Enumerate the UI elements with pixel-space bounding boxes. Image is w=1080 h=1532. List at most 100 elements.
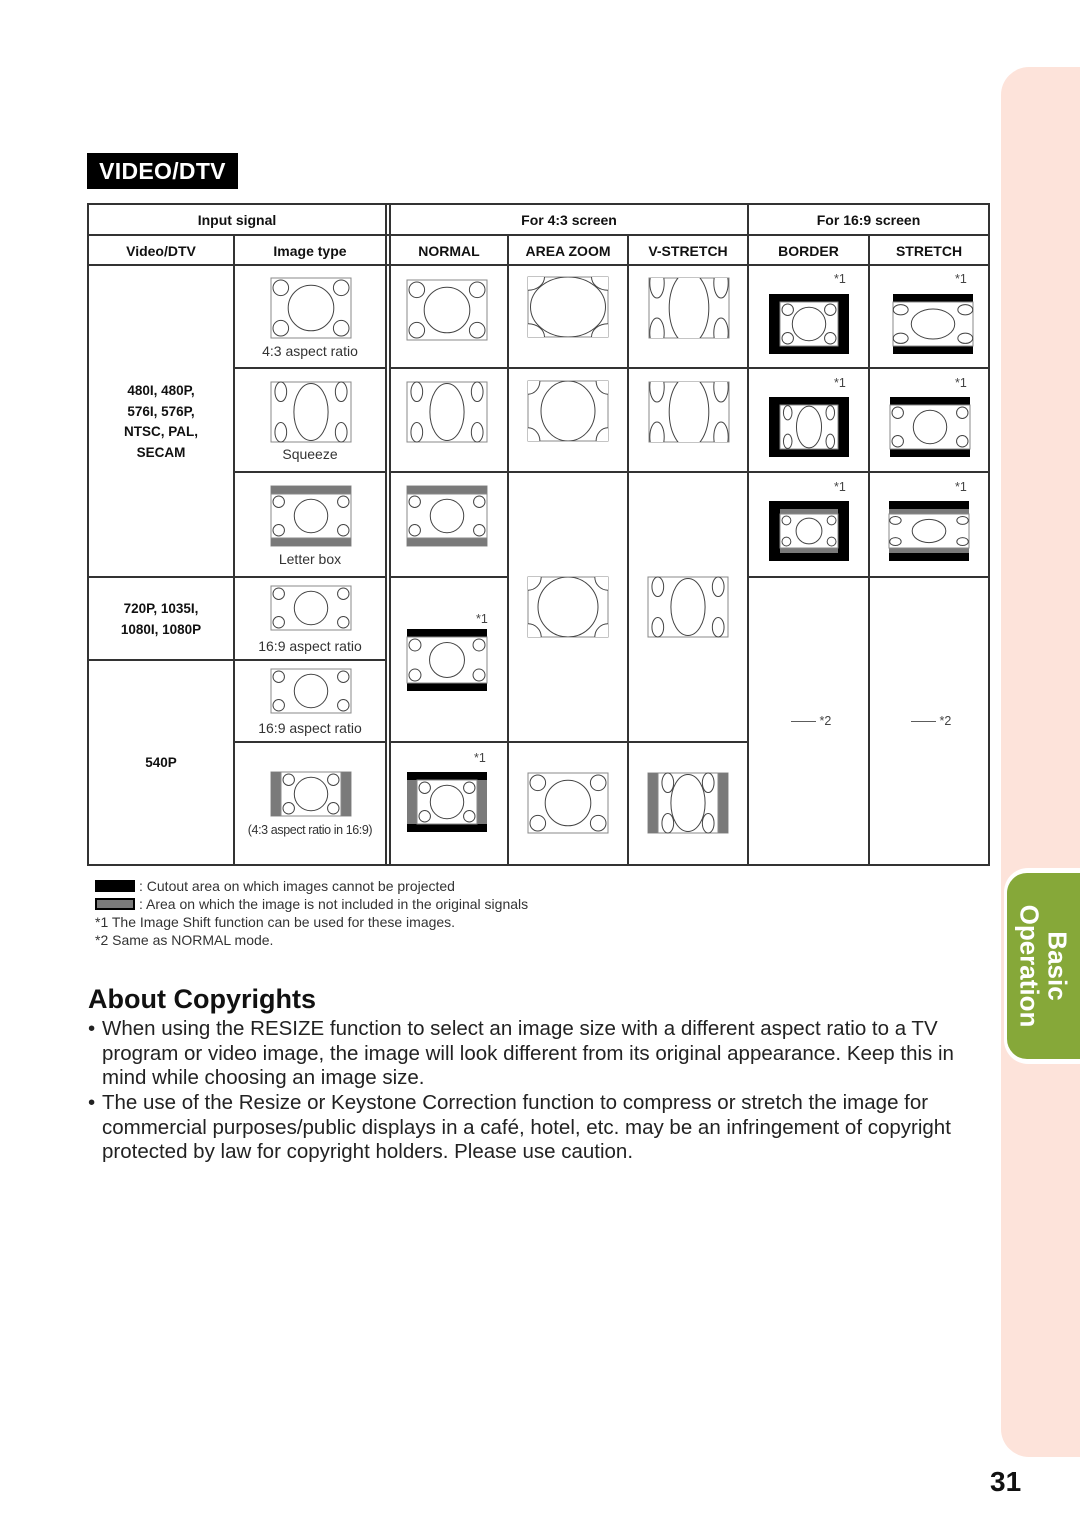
table-rule [88,576,234,578]
note-2: —— *2 [791,714,832,728]
caption-squeeze: Squeeze [282,446,338,462]
thumb-area-zoom [527,772,609,834]
caption-16-9-b: 16:9 aspect ratio [258,720,362,736]
page-number: 31 [990,1466,1022,1497]
col-video-dtv: Video/DTV [126,243,196,259]
table-rule [88,203,990,205]
side-tab-label: Basic Operation [1007,873,1080,1059]
col-stretch: STRETCH [895,243,963,259]
thumb-area-zoom [527,276,609,338]
bullet-text: The use of the Resize or Keystone Correc… [102,1091,951,1163]
black-swatch [95,880,135,892]
thumb-area-zoom [527,380,609,442]
note-1: *1 [955,376,967,390]
thumb-area-zoom [527,576,609,638]
table-rule [988,203,990,866]
table-rule [88,264,990,266]
col-border: BORDER [778,243,839,259]
table-rule [508,471,748,473]
side-tab-line2: Operation [1014,904,1045,1028]
table-rule [627,234,629,865]
signal-sd: 480I, 480P, 576I, 576P, NTSC, PAL, SECAM [124,383,198,460]
table-rule [748,471,989,473]
table-rule [390,741,508,743]
table-rule [507,234,509,865]
thumb-v-stretch [648,381,730,443]
caption-16-9-a: 16:9 aspect ratio [258,638,362,654]
thumb-letterbox [270,485,352,547]
table-rule [234,367,386,369]
table-rule [748,367,989,369]
table-rule [385,203,387,866]
copyright-bullet-2: • The use of the Resize or Keystone Corre… [88,1091,988,1165]
note-1: *1 [474,751,486,765]
thumb-normal [406,279,488,341]
caption-4-3: 4:3 aspect ratio [262,343,358,359]
copyright-bullet-1: • When using the RESIZE function to selec… [88,1017,988,1091]
table-rule [390,367,508,369]
thumb-normal [406,381,488,443]
thumb-normal [407,772,487,832]
bullet-icon: • [88,1091,96,1114]
table-rule [747,203,749,866]
thumb-normal [406,485,488,547]
thumb-stretch [888,501,970,561]
caption-4-3-in-16-9: (4:3 aspect ratio in 16:9) [247,823,373,837]
col-area-zoom: AREA ZOOM [525,243,611,259]
header-input-signal: Input signal [197,212,277,228]
copyrights-title: About Copyrights [88,984,316,1014]
table-rule [88,864,990,866]
legend-gray-text: Area on which the image is not included … [146,896,529,912]
footnote-1: *1 The Image Shift function can be used … [95,914,456,930]
thumb-v-stretch [648,277,730,339]
table-rule [234,659,386,661]
section-badge: VIDEO/DTV [87,153,238,189]
thumb-4-3-in-16-9 [270,771,352,817]
bullet-icon: • [88,1017,96,1040]
note-2: —— *2 [911,714,952,728]
caption-letterbox: Letter box [278,551,342,567]
signal-540p: 540P [145,755,177,770]
table-rule [234,576,386,578]
table-rule [88,234,990,236]
bullet-text: When using the RESIZE function to select… [102,1017,954,1089]
table-rule [234,471,386,473]
gray-swatch [95,898,135,910]
table-rule [389,203,391,866]
note-1: *1 [834,376,846,390]
note-1: *1 [476,612,488,626]
header-for-169: For 16:9 screen [816,212,921,228]
thumb-normal [406,629,488,691]
thumb-v-stretch [647,576,729,638]
thumb-border [769,397,849,457]
footnote-2: *2 Same as NORMAL mode. [95,932,274,948]
side-band [1001,67,1080,1457]
table-rule [88,659,234,661]
legend-gray: : Area on which the image is not include… [95,895,528,913]
thumb-16-9-a [270,585,352,631]
table-rule [390,471,508,473]
note-1: *1 [834,480,846,494]
col-v-stretch: V-STRETCH [648,243,728,259]
header-for-43: For 4:3 screen [521,212,617,228]
table-rule [748,576,989,578]
thumb-4-3 [270,277,352,339]
note-1: *1 [955,480,967,494]
thumb-16-9-b [270,668,352,714]
signal-hd: 720P, 1035I, 1080I, 1080P [120,601,202,637]
thumb-stretch [889,397,971,457]
legend-black: : Cutout area on which images cannot be … [95,877,455,895]
thumb-border [769,501,849,561]
thumb-stretch [892,294,974,354]
col-image-type: Image type [273,243,347,259]
thumb-border [769,294,849,354]
col-normal: NORMAL [418,243,480,259]
table-rule [390,576,508,578]
legend-black-text: Cutout area on which images cannot be pr… [146,878,455,894]
table-rule [508,741,748,743]
table-rule [508,367,748,369]
note-1: *1 [834,272,846,286]
table-rule [234,741,386,743]
thumb-squeeze [270,381,352,443]
side-tab-line1: Basic [1042,931,1073,1001]
